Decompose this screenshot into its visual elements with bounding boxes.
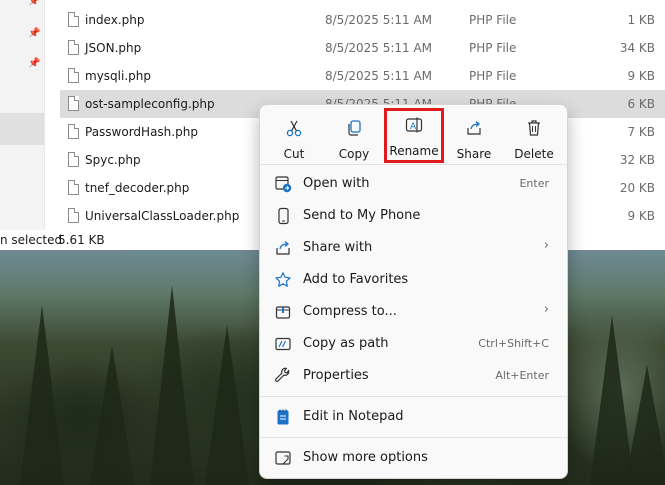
file-icon [68,208,79,223]
wrench-icon [274,367,292,385]
file-type: PHP File [469,69,517,83]
open-with-label: Open with [303,176,370,191]
file-icon [68,12,79,27]
quick-actions-bar: Cut Copy A Rename Share Delete [260,105,567,163]
context-menu: Cut Copy A Rename Share Delete Open with… [259,104,568,479]
menu-divider [260,437,567,438]
file-size: 20 KB [619,181,655,195]
file-date: 8/5/2025 5:11 AM [325,13,433,27]
menu-divider [260,164,567,165]
submenu-arrow-icon: › [543,238,549,253]
menu-item-compress-to[interactable]: Compress to... › [264,297,563,327]
menu-divider [260,396,567,397]
menu-item-properties[interactable]: Properties Alt+Enter [264,361,563,391]
selection-count: n selected [0,233,63,247]
file-icon [68,68,79,83]
show-more-options-label: Show more options [303,450,428,465]
menu-item-open-with[interactable]: Open with Enter [264,169,563,199]
file-icon [68,40,79,55]
trash-icon [507,119,561,137]
file-type: PHP File [469,41,517,55]
compress-to-label: Compress to... [303,304,397,319]
svg-text:A: A [410,122,417,132]
pin-icon: 📌 [28,28,41,39]
rename-button[interactable]: A Rename [384,108,444,163]
file-name: PasswordHash.php [85,125,198,139]
menu-item-show-more-options[interactable]: Show more options [264,443,563,473]
delete-button[interactable]: Delete [507,111,561,161]
file-name: ost-sampleconfig.php [85,97,215,111]
scissors-icon [267,119,321,137]
file-icon [68,124,79,139]
share-label: Share [456,147,492,161]
file-name: JSON.php [85,41,142,55]
copy-icon [327,119,381,137]
star-icon [274,271,292,289]
add-to-favorites-label: Add to Favorites [303,272,409,287]
share-with-label: Share with [303,240,373,255]
file-name: index.php [85,13,145,27]
properties-label: Properties [303,368,369,383]
file-name: mysqli.php [85,69,151,83]
copy-as-path-label: Copy as path [303,336,389,351]
copy-as-path-shortcut: Ctrl+Shift+C [478,337,549,350]
submenu-arrow-icon: › [543,302,549,317]
file-icon [68,96,79,111]
selection-size: 5.61 KB [58,233,105,247]
file-name: tnef_decoder.php [85,181,190,195]
nav-item-selected[interactable] [0,113,44,145]
notepad-icon [274,408,292,426]
file-size: 1 KB [627,13,655,27]
menu-item-add-to-favorites[interactable]: Add to Favorites [264,265,563,295]
menu-item-copy-as-path[interactable]: Copy as path Ctrl+Shift+C [264,329,563,359]
copy-button[interactable]: Copy [327,111,381,161]
share-button[interactable]: Share [447,111,501,161]
share-icon [447,119,501,137]
menu-item-send-to-phone[interactable]: Send to My Phone [264,201,563,231]
pin-icon: 📌 [28,58,41,69]
file-name: UniversalClassLoader.php [85,209,240,223]
copy-label: Copy [338,147,370,161]
navigation-pane: 📌 📌 📌 [0,0,45,230]
file-date: 8/5/2025 5:11 AM [325,41,433,55]
properties-shortcut: Alt+Enter [495,369,549,382]
cut-label: Cut [283,147,305,161]
open-with-shortcut: Enter [519,177,549,190]
file-size: 32 KB [619,153,655,167]
file-size: 7 KB [627,125,655,139]
more-options-icon [274,449,292,467]
send-to-phone-label: Send to My Phone [303,208,421,223]
file-name: Spyc.php [85,153,141,167]
file-icon [68,152,79,167]
file-icon [68,180,79,195]
rename-icon: A [387,116,441,134]
archive-icon [274,303,292,321]
file-row[interactable]: index.php 8/5/2025 5:11 AM PHP File 1 KB [60,6,665,34]
file-size: 6 KB [627,97,655,111]
file-size: 9 KB [627,209,655,223]
open-with-icon [274,175,292,193]
menu-item-share-with[interactable]: Share with › [264,233,563,263]
menu-item-edit-in-notepad[interactable]: Edit in Notepad [264,402,563,432]
path-icon [274,335,292,353]
file-row[interactable]: JSON.php 8/5/2025 5:11 AM PHP File 34 KB [60,34,665,62]
file-date: 8/5/2025 5:11 AM [325,69,433,83]
pin-icon: 📌 [28,0,41,7]
cut-button[interactable]: Cut [267,111,321,161]
rename-label: Rename [389,144,439,158]
file-size: 9 KB [627,69,655,83]
file-type: PHP File [469,13,517,27]
phone-icon [274,207,292,225]
file-size: 34 KB [619,41,655,55]
file-row[interactable]: mysqli.php 8/5/2025 5:11 AM PHP File 9 KB [60,62,665,90]
share-with-icon [274,239,292,257]
edit-in-notepad-label: Edit in Notepad [303,409,404,424]
delete-label: Delete [514,147,554,161]
